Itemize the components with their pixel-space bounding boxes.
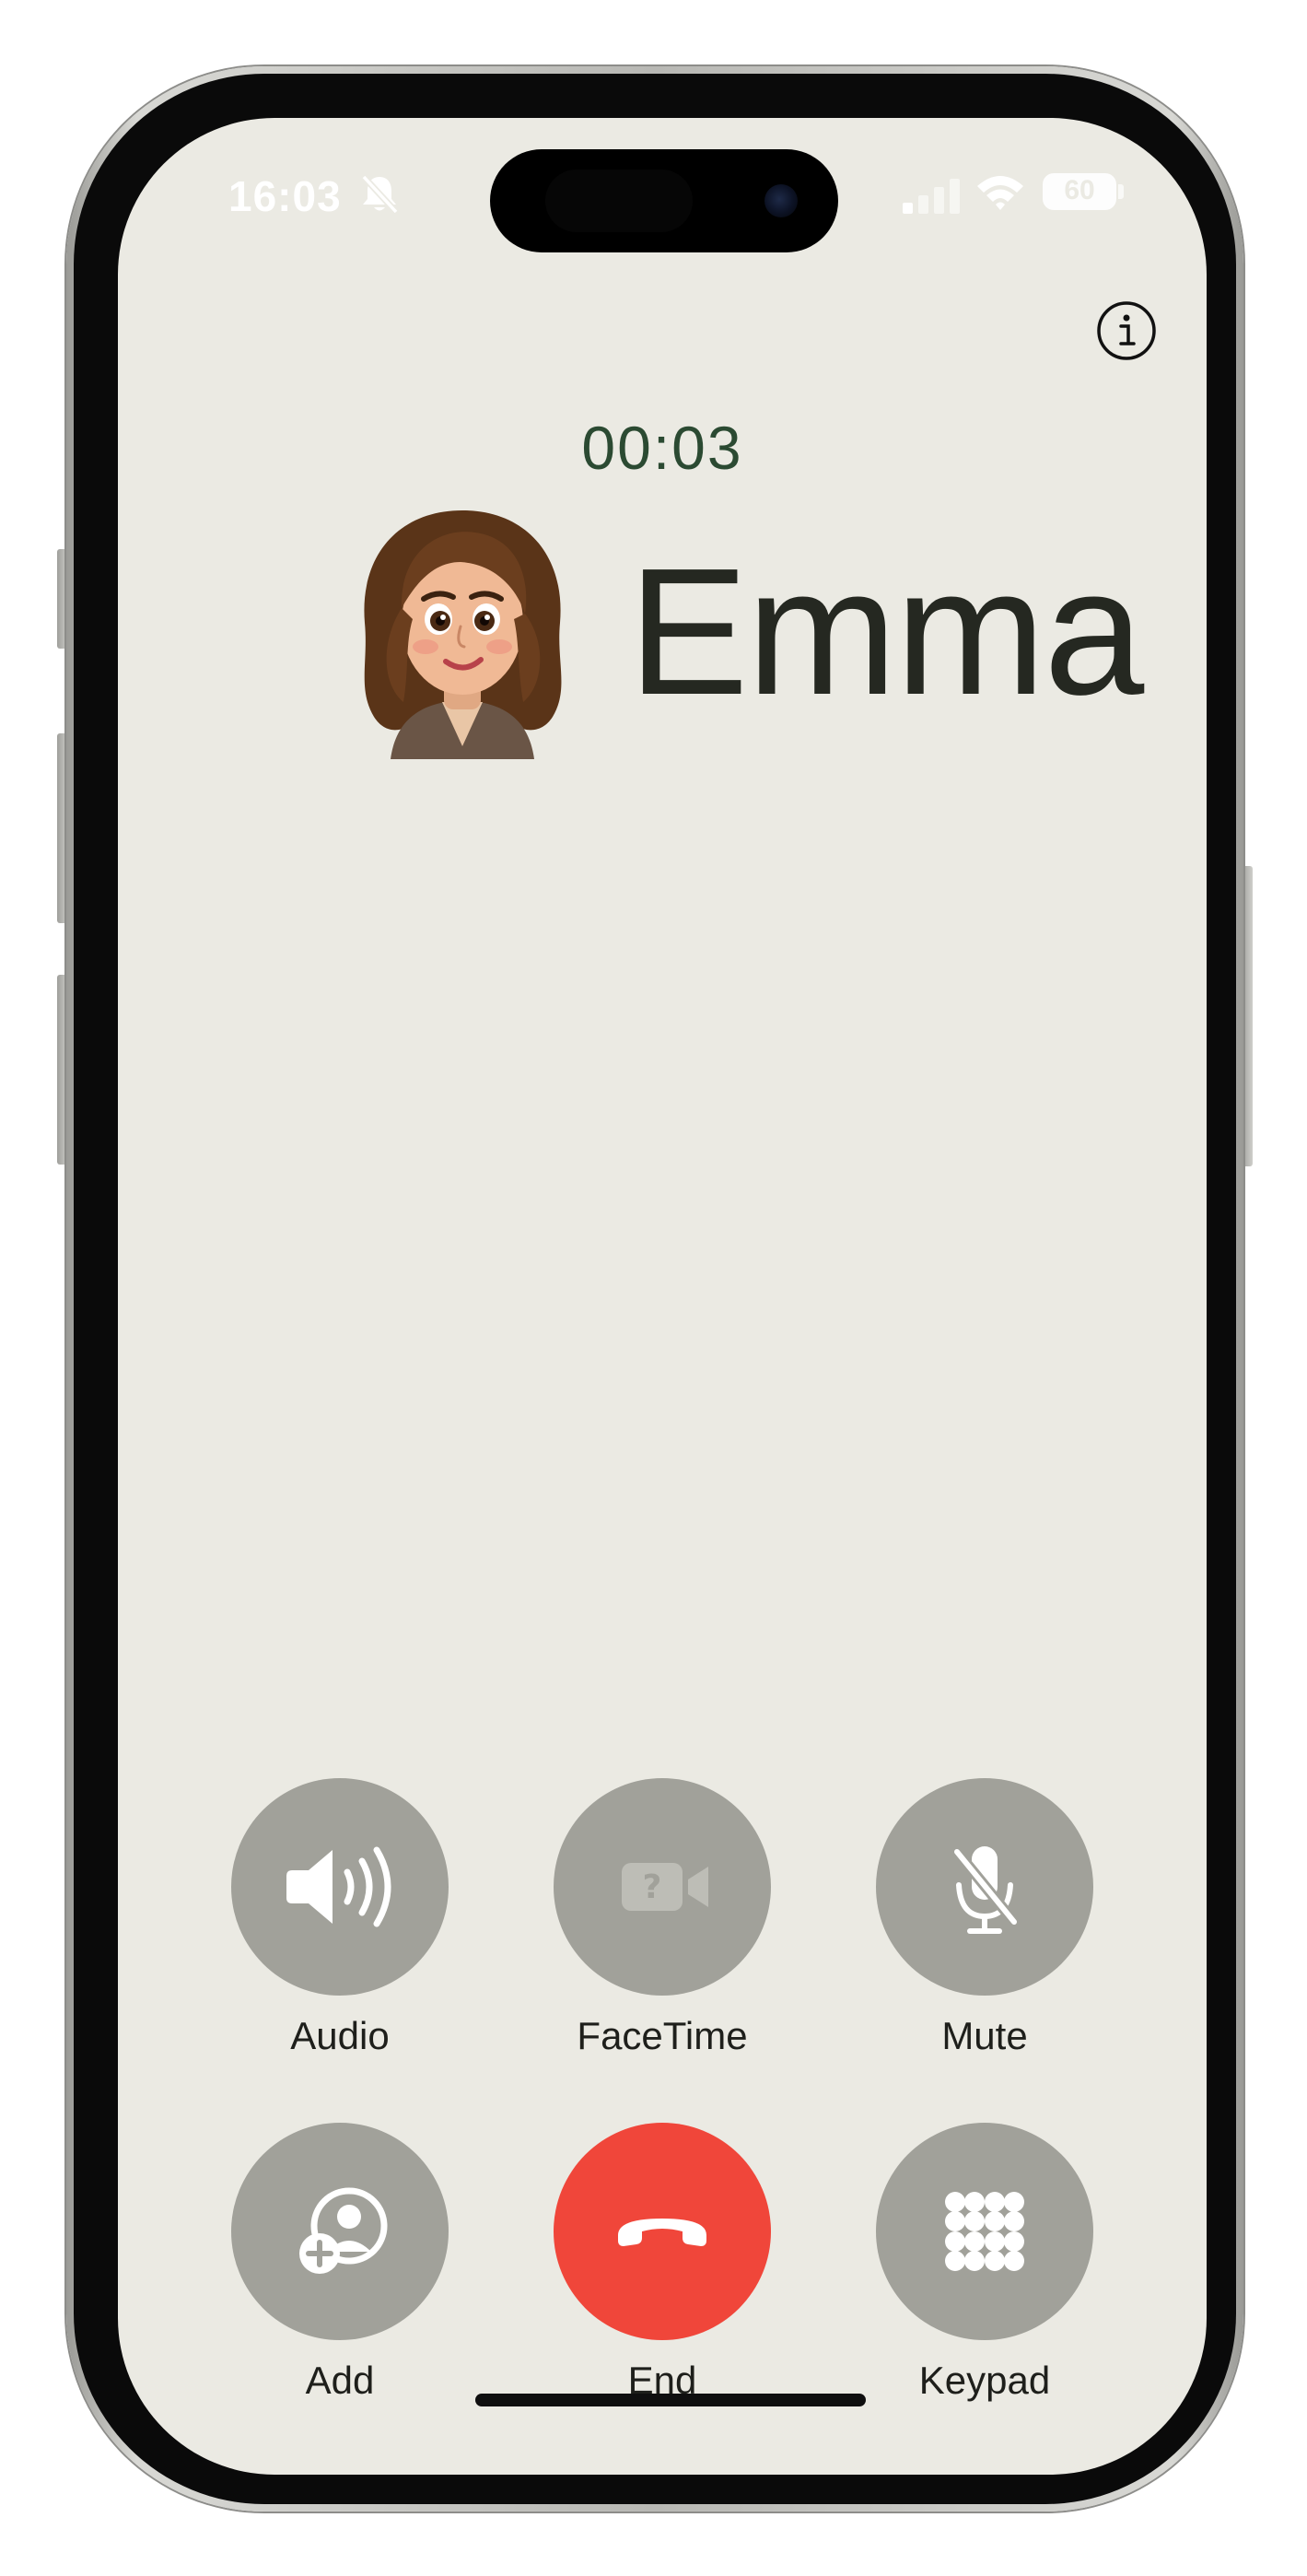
- facetime-label: FaceTime: [577, 2014, 748, 2057]
- add-call-button[interactable]: Add: [193, 2123, 487, 2436]
- add-call-button-circle[interactable]: [231, 2123, 449, 2340]
- canvas: 16:03 60 00:03 Emma Audio ? FaceTime Mut…: [0, 0, 1307, 2576]
- keypad-grid-icon: [945, 2192, 1024, 2271]
- mute-button-circle[interactable]: [876, 1778, 1093, 1996]
- call-duration: 00:03: [581, 414, 743, 482]
- keypad-button[interactable]: Keypad: [837, 2123, 1132, 2436]
- mute-label: Mute: [941, 2014, 1028, 2057]
- facetime-button-circle[interactable]: ?: [554, 1778, 771, 1996]
- front-camera: [764, 184, 798, 217]
- add-label: Add: [305, 2359, 375, 2402]
- keypad-button-circle[interactable]: [876, 2123, 1093, 2340]
- call-screen: 16:03 60 00:03 Emma Audio ? FaceTime Mut…: [118, 118, 1207, 2475]
- battery-indicator: 60: [1043, 173, 1116, 210]
- end-call-button[interactable]: End: [515, 2123, 810, 2436]
- battery-level: 60: [1064, 175, 1095, 205]
- status-time: 16:03: [228, 172, 342, 220]
- phone-frame: 16:03 60 00:03 Emma Audio ? FaceTime Mut…: [66, 66, 1243, 2512]
- microphone-slash-icon: [952, 1846, 1019, 1934]
- face-id-sensor: [545, 170, 693, 232]
- audio-button[interactable]: Audio: [193, 1778, 487, 2091]
- facetime-button[interactable]: ? FaceTime: [515, 1778, 810, 2091]
- svg-text:?: ?: [643, 1868, 662, 1906]
- battery-cap: [1118, 184, 1124, 199]
- speaker-wave-icon: [286, 1846, 391, 1927]
- mute-button[interactable]: Mute: [837, 1778, 1132, 2091]
- wifi-icon: [977, 176, 1023, 210]
- phone-down-icon: [618, 2219, 706, 2246]
- person-add-icon: [299, 2187, 388, 2274]
- end-call-button-circle[interactable]: [554, 2123, 771, 2340]
- home-indicator[interactable]: [475, 2394, 866, 2406]
- contact-avatar: [364, 510, 562, 759]
- audio-button-circle[interactable]: [231, 1778, 449, 1996]
- bell-slash-icon: [361, 174, 399, 215]
- contact-name: Emma: [628, 531, 1144, 732]
- phone-bezel: 16:03 60 00:03 Emma Audio ? FaceTime Mut…: [74, 74, 1236, 2504]
- dynamic-island: [490, 149, 838, 252]
- cellular-signal-icon: [903, 179, 960, 214]
- video-question-icon: ?: [622, 1863, 708, 1911]
- audio-label: Audio: [290, 2014, 390, 2057]
- info-circle-icon[interactable]: [1096, 300, 1157, 361]
- keypad-label: Keypad: [918, 2359, 1051, 2402]
